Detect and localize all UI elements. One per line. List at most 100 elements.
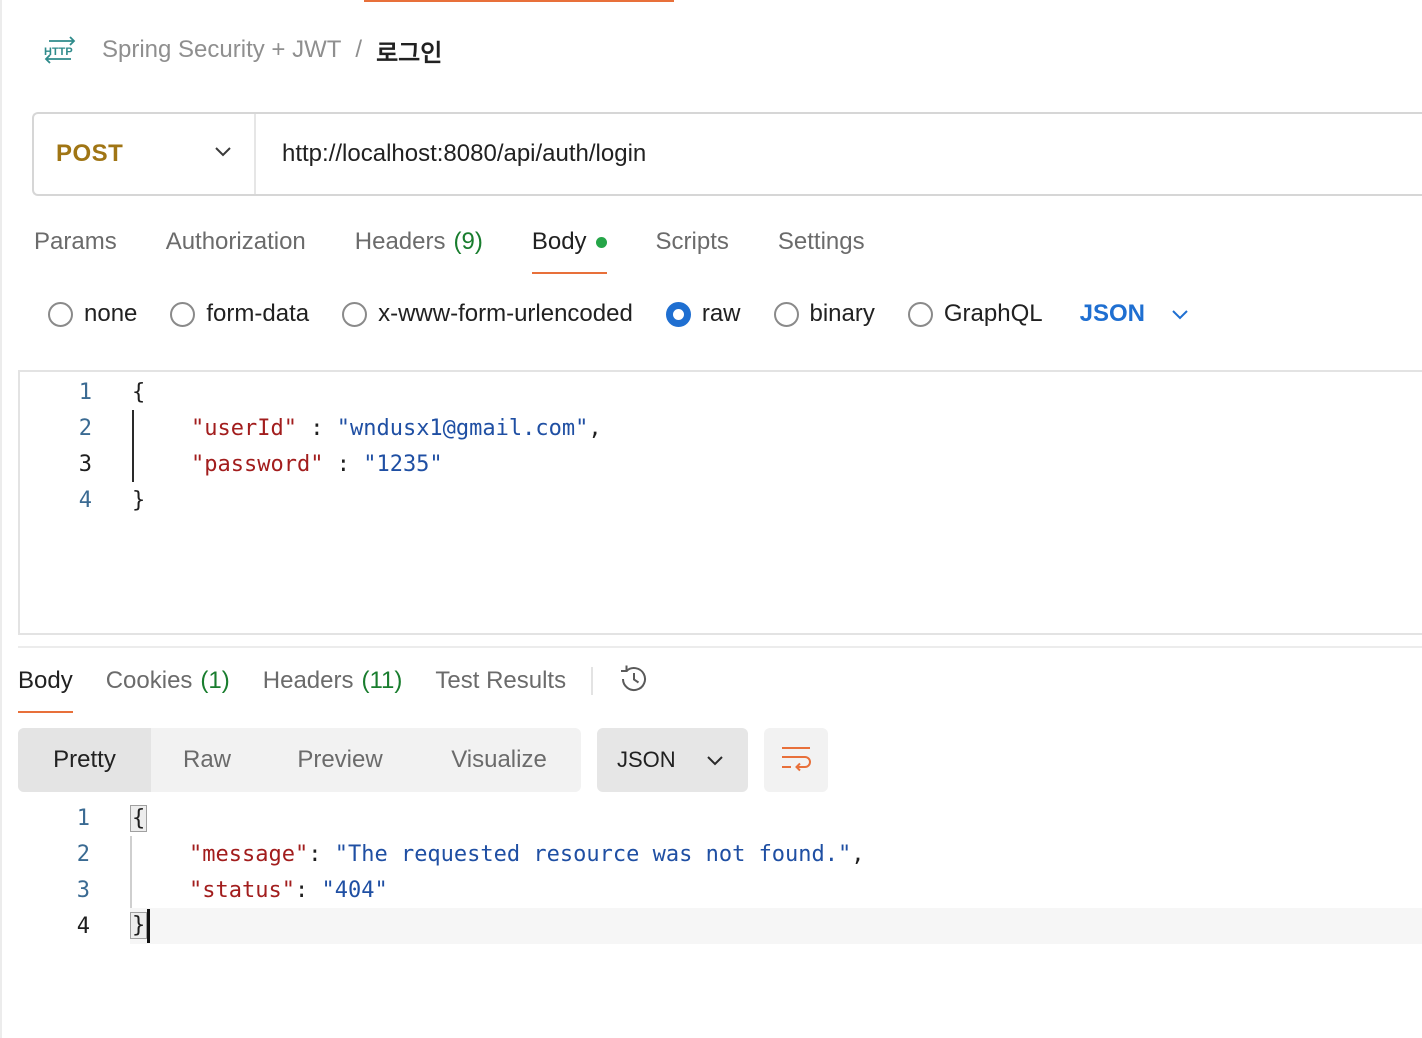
view-mode-group: Pretty Raw Preview Visualize: [18, 728, 581, 792]
json-key: "userId": [191, 415, 297, 441]
code-text: }: [132, 488, 145, 513]
json-key: "status": [189, 877, 295, 903]
radio-raw[interactable]: raw: [665, 300, 741, 328]
tab-separator: [591, 667, 594, 695]
view-visualize-button[interactable]: Visualize: [417, 728, 581, 792]
indent-guide: [130, 836, 132, 908]
response-tab-test-results[interactable]: Test Results: [435, 657, 566, 705]
chevron-down-icon: [1145, 300, 1189, 328]
code-text: }: [130, 909, 151, 943]
tab-body[interactable]: Body: [531, 216, 607, 274]
json-key: "password": [191, 451, 324, 477]
tab-scripts[interactable]: Scripts: [656, 216, 729, 268]
json-string: "wndusx1@gmail.com": [336, 415, 589, 441]
close-brace: }: [132, 487, 146, 513]
matched-brace: {: [130, 804, 148, 832]
body-type-selector: none form-data x-www-form-urlencoded raw…: [48, 292, 1189, 336]
current-line-highlight: [130, 908, 1422, 944]
line-number: 1: [78, 379, 92, 405]
tab-label: Test Results: [435, 667, 567, 694]
line-number: 4: [76, 913, 90, 939]
json-comma: ,: [588, 415, 602, 441]
json-comma: ,: [851, 841, 865, 867]
tab-settings[interactable]: Settings: [778, 216, 865, 268]
view-raw-button[interactable]: Raw: [151, 728, 263, 792]
radio-label: raw: [701, 300, 741, 327]
tab-label: Cookies: [105, 667, 193, 694]
http-request-icon: HTTP: [40, 30, 80, 70]
line-number: 3: [76, 877, 90, 903]
method-label: POST: [56, 140, 124, 167]
indent-guide: [132, 410, 134, 482]
tab-headers[interactable]: Headers (9): [355, 216, 483, 268]
radio-circle: [907, 301, 933, 327]
tab-label: Headers: [354, 228, 446, 255]
tab-label: Settings: [777, 228, 865, 255]
radio-label: x-www-form-urlencoded: [378, 300, 633, 327]
radio-label: binary: [809, 300, 875, 327]
line-number: 2: [76, 841, 90, 867]
request-url-bar: POST http://localhost:8080/api/auth/logi…: [32, 112, 1422, 196]
json-string: "The requested resource was not found.": [334, 841, 852, 867]
response-tabs: Body Cookies (1) Headers (11) Test Results: [18, 656, 651, 713]
history-icon[interactable]: [617, 662, 651, 701]
json-string: "404": [321, 877, 388, 903]
code-text: "userId" : "wndusx1@gmail.com",: [191, 416, 602, 441]
radio-x-www-form-urlencoded[interactable]: x-www-form-urlencoded: [342, 300, 633, 328]
radio-circle-selected: [665, 301, 691, 327]
response-tab-cookies[interactable]: Cookies (1): [106, 657, 230, 705]
text-cursor: [147, 909, 151, 943]
json-colon: :: [323, 451, 364, 477]
matched-brace: }: [130, 912, 148, 939]
breadcrumb: HTTP Spring Security + JWT / 로그인: [40, 28, 442, 72]
json-colon: :: [308, 841, 335, 867]
breadcrumb-collection[interactable]: Spring Security + JWT: [102, 36, 341, 64]
raw-language-label: JSON: [1079, 300, 1145, 327]
code-text: {: [130, 804, 148, 832]
line-number: 4: [78, 487, 92, 513]
active-tab-indicator: [364, 0, 674, 2]
response-body-viewer[interactable]: 1 { 2 "message": "The requested resource…: [18, 800, 1422, 960]
response-tab-body[interactable]: Body: [18, 657, 73, 713]
request-tabs: Params Authorization Headers (9) Body Scr…: [34, 216, 914, 276]
radio-graphql[interactable]: GraphQL: [907, 300, 1043, 328]
tab-params[interactable]: Params: [34, 216, 117, 268]
pane-divider[interactable]: [18, 646, 1422, 648]
response-tab-headers[interactable]: Headers (11): [263, 657, 403, 705]
radio-circle: [48, 301, 73, 327]
line-number: 1: [76, 805, 90, 831]
response-format-label: JSON: [617, 747, 676, 772]
view-preview-button[interactable]: Preview: [263, 728, 417, 792]
line-number: 3: [78, 451, 92, 477]
code-text: "status": "404": [189, 878, 388, 903]
radio-binary[interactable]: binary: [773, 300, 875, 328]
line-number: 2: [78, 415, 92, 441]
wrap-lines-button[interactable]: [764, 728, 828, 792]
tab-authorization[interactable]: Authorization: [166, 216, 306, 268]
breadcrumb-request-name[interactable]: 로그인: [376, 33, 442, 68]
request-body-editor[interactable]: 1 { 2 "userId" : "wndusx1@gmail.com", 3 …: [18, 370, 1422, 635]
radio-label: form-data: [206, 300, 310, 327]
headers-count: (9): [453, 228, 483, 255]
code-text: "message": "The requested resource was n…: [189, 842, 865, 867]
tab-label: Body: [531, 228, 587, 255]
json-string: "1235": [363, 451, 443, 477]
radio-none[interactable]: none: [48, 300, 137, 328]
view-pretty-button[interactable]: Pretty: [18, 728, 151, 792]
code-text: {: [132, 380, 145, 405]
method-select[interactable]: POST: [34, 114, 256, 194]
url-input[interactable]: http://localhost:8080/api/auth/login: [256, 140, 646, 168]
raw-language-select[interactable]: JSON: [1080, 300, 1189, 328]
radio-label: GraphQL: [943, 300, 1043, 327]
open-brace: {: [132, 379, 146, 405]
sidebar-border: [0, 0, 2, 1038]
headers-count: (11): [361, 667, 403, 694]
tab-label: Body: [18, 667, 73, 694]
json-key: "message": [189, 841, 309, 867]
tab-label: Authorization: [165, 228, 306, 255]
radio-circle: [342, 301, 368, 327]
radio-label: none: [84, 300, 138, 327]
response-format-select[interactable]: JSON: [597, 728, 748, 792]
wrap-lines-icon: [780, 744, 812, 777]
radio-form-data[interactable]: form-data: [170, 300, 309, 328]
